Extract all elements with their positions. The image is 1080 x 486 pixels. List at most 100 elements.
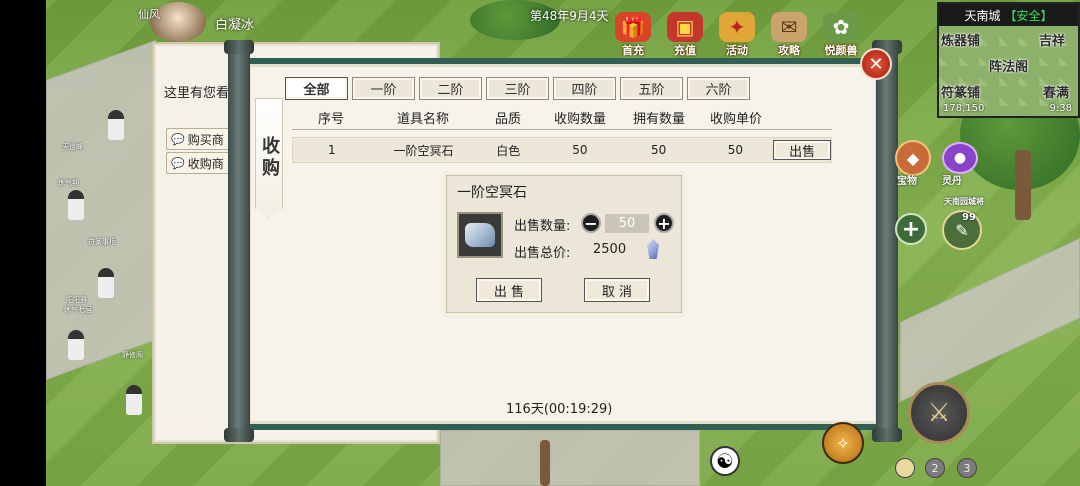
npc-name: 炼气期 <box>58 179 79 187</box>
tab-tier-2[interactable]: 二阶 <box>419 77 482 100</box>
tab-tier-5[interactable]: 五阶 <box>620 77 683 100</box>
npc-character[interactable] <box>126 385 142 415</box>
option-label: 购买商 <box>187 132 224 147</box>
increase-quantity-button[interactable]: + <box>654 213 674 233</box>
item-name: 一阶空冥石 <box>393 143 454 158</box>
table-header: 序号 道具名称 品质 收购数量 拥有数量 收购单价 <box>292 108 832 130</box>
npc-character[interactable] <box>108 110 124 140</box>
npc-character[interactable] <box>68 190 84 220</box>
tab-all[interactable]: 全部 <box>285 77 348 100</box>
column-header: 品质 <box>494 112 521 127</box>
map-label: 阵法阁 <box>989 60 1029 75</box>
pill-button[interactable]: ● <box>942 142 978 174</box>
npc-name: 天道峰 <box>62 143 83 151</box>
player-name: 白凝冰 <box>215 18 255 33</box>
tier-tabs: 全部 一阶 二阶 三阶 四阶 五阶 六阶 <box>285 77 750 100</box>
spirit-stone-icon <box>465 223 495 247</box>
option-label: 收购商 <box>187 156 224 171</box>
total-price-value: 2500 <box>593 242 627 257</box>
cancel-button[interactable]: 取 消 <box>584 278 650 302</box>
close-button[interactable]: ✕ <box>860 48 892 80</box>
npc-name: 练气七层 <box>64 306 92 314</box>
quantity-label: 出售数量: <box>514 219 571 234</box>
panel-side-title: 收购 <box>255 98 283 218</box>
page-indicator-current[interactable] <box>895 458 915 478</box>
scroll-roller-left <box>224 40 254 442</box>
map-label: 符篆铺 <box>941 86 981 101</box>
column-header: 序号 <box>317 112 344 127</box>
road-tile <box>46 39 156 381</box>
sell-dialog-title: 一阶空冥石 <box>457 185 527 201</box>
beast-icon: ✿ <box>823 12 859 42</box>
tab-tier-6[interactable]: 六阶 <box>687 77 750 100</box>
column-header: 收购数量 <box>553 112 606 127</box>
plus-icon: + <box>901 216 921 242</box>
clock: 9:38 <box>1049 103 1072 114</box>
scroll-icon: ✉ <box>771 12 807 42</box>
close-icon: ✕ <box>868 53 884 75</box>
npc-name: 符篆事柜 <box>88 238 116 246</box>
sword-icon: ⚔ <box>927 398 951 428</box>
guard-nameplate: 天南园城将 <box>944 197 984 206</box>
column-header: 道具名称 <box>396 112 449 127</box>
unit-price: 50 <box>727 143 743 157</box>
page-indicator[interactable]: 3 <box>957 458 977 478</box>
treasure-label: 宝物 <box>897 176 917 187</box>
row-index: 1 <box>328 143 336 157</box>
confirm-sell-button[interactable]: 出 售 <box>476 278 542 302</box>
crystal-currency-icon <box>647 239 659 259</box>
skill-button[interactable]: ✧ <box>822 422 864 464</box>
npc-name: 静修阁 <box>122 351 143 359</box>
quest-level: 99 <box>962 212 976 223</box>
scroll-roller-right <box>872 40 902 442</box>
ribbon-icon: ✦ <box>719 12 755 42</box>
pill-label: 灵丹 <box>942 176 962 187</box>
total-price-label: 出售总价: <box>514 246 571 261</box>
remaining-time: 116天(00:19:29) <box>506 402 613 417</box>
row-sell-button[interactable]: 出售 <box>773 140 831 160</box>
buy-shop-option[interactable]: 💬 购买商 <box>166 128 234 150</box>
pill-icon: ● <box>953 150 967 166</box>
owned-quantity: 50 <box>650 143 667 157</box>
item-slot <box>457 212 503 258</box>
treasure-button[interactable]: ◆ <box>895 140 931 176</box>
player-title-badge: 仙风 <box>138 8 160 21</box>
tab-tier-1[interactable]: 一阶 <box>352 77 415 100</box>
tree-trunk <box>1015 150 1031 220</box>
sell-shop-option[interactable]: 💬 收购商 <box>166 152 234 174</box>
add-button[interactable]: + <box>895 213 927 245</box>
treasure-chest-icon: ▣ <box>667 12 703 42</box>
city-name: 天南城 <box>964 8 1001 23</box>
map-label: 吉祥 <box>1039 34 1066 49</box>
page-indicator[interactable]: 2 <box>925 458 945 478</box>
buy-quantity: 50 <box>572 143 588 157</box>
map-label: 炼器铺 <box>941 34 981 49</box>
screen-edge <box>0 0 46 486</box>
map-label: 春满 <box>1043 86 1070 101</box>
quantity-input[interactable] <box>605 214 649 233</box>
decrease-quantity-button[interactable]: − <box>581 213 601 233</box>
npc-character[interactable] <box>98 268 114 298</box>
column-header: 拥有数量 <box>632 112 685 127</box>
plus-icon: + <box>657 214 671 233</box>
game-date: 第48年9月4天 <box>530 9 609 23</box>
scroll-icon: ✎ <box>955 220 969 240</box>
taiji-button[interactable]: ☯ <box>710 446 740 476</box>
tab-tier-3[interactable]: 三阶 <box>486 77 549 100</box>
npc-character[interactable] <box>68 330 84 360</box>
gift-box-icon: 🎁 <box>615 12 651 42</box>
minimap-title: 天南城 【安全】 <box>939 4 1078 26</box>
tree-trunk <box>540 440 550 486</box>
sell-dialog: 一阶空冥石 出售数量: − + 出售总价: 2500 出 售 取 消 <box>446 175 682 313</box>
table-row[interactable]: 1 一阶空冥石 白色 50 50 50 出售 <box>292 137 832 163</box>
treasure-icon: ◆ <box>906 148 920 168</box>
minimap-view[interactable]: 炼器铺 吉祥 阵法阁 符篆铺 春满 178,150 9:38 <box>939 26 1078 116</box>
attack-button[interactable]: ⚔ <box>908 382 970 444</box>
safety-status: 【安全】 <box>1004 8 1053 23</box>
minimap[interactable]: 天南城 【安全】 炼器铺 吉祥 阵法阁 符篆铺 春满 178,150 9:38 <box>937 2 1080 118</box>
minus-icon: − <box>584 214 598 233</box>
item-quality: 白色 <box>496 143 521 158</box>
yin-yang-icon: ☯ <box>716 449 734 473</box>
column-header: 收购单价 <box>709 112 762 127</box>
tab-tier-4[interactable]: 四阶 <box>553 77 616 100</box>
